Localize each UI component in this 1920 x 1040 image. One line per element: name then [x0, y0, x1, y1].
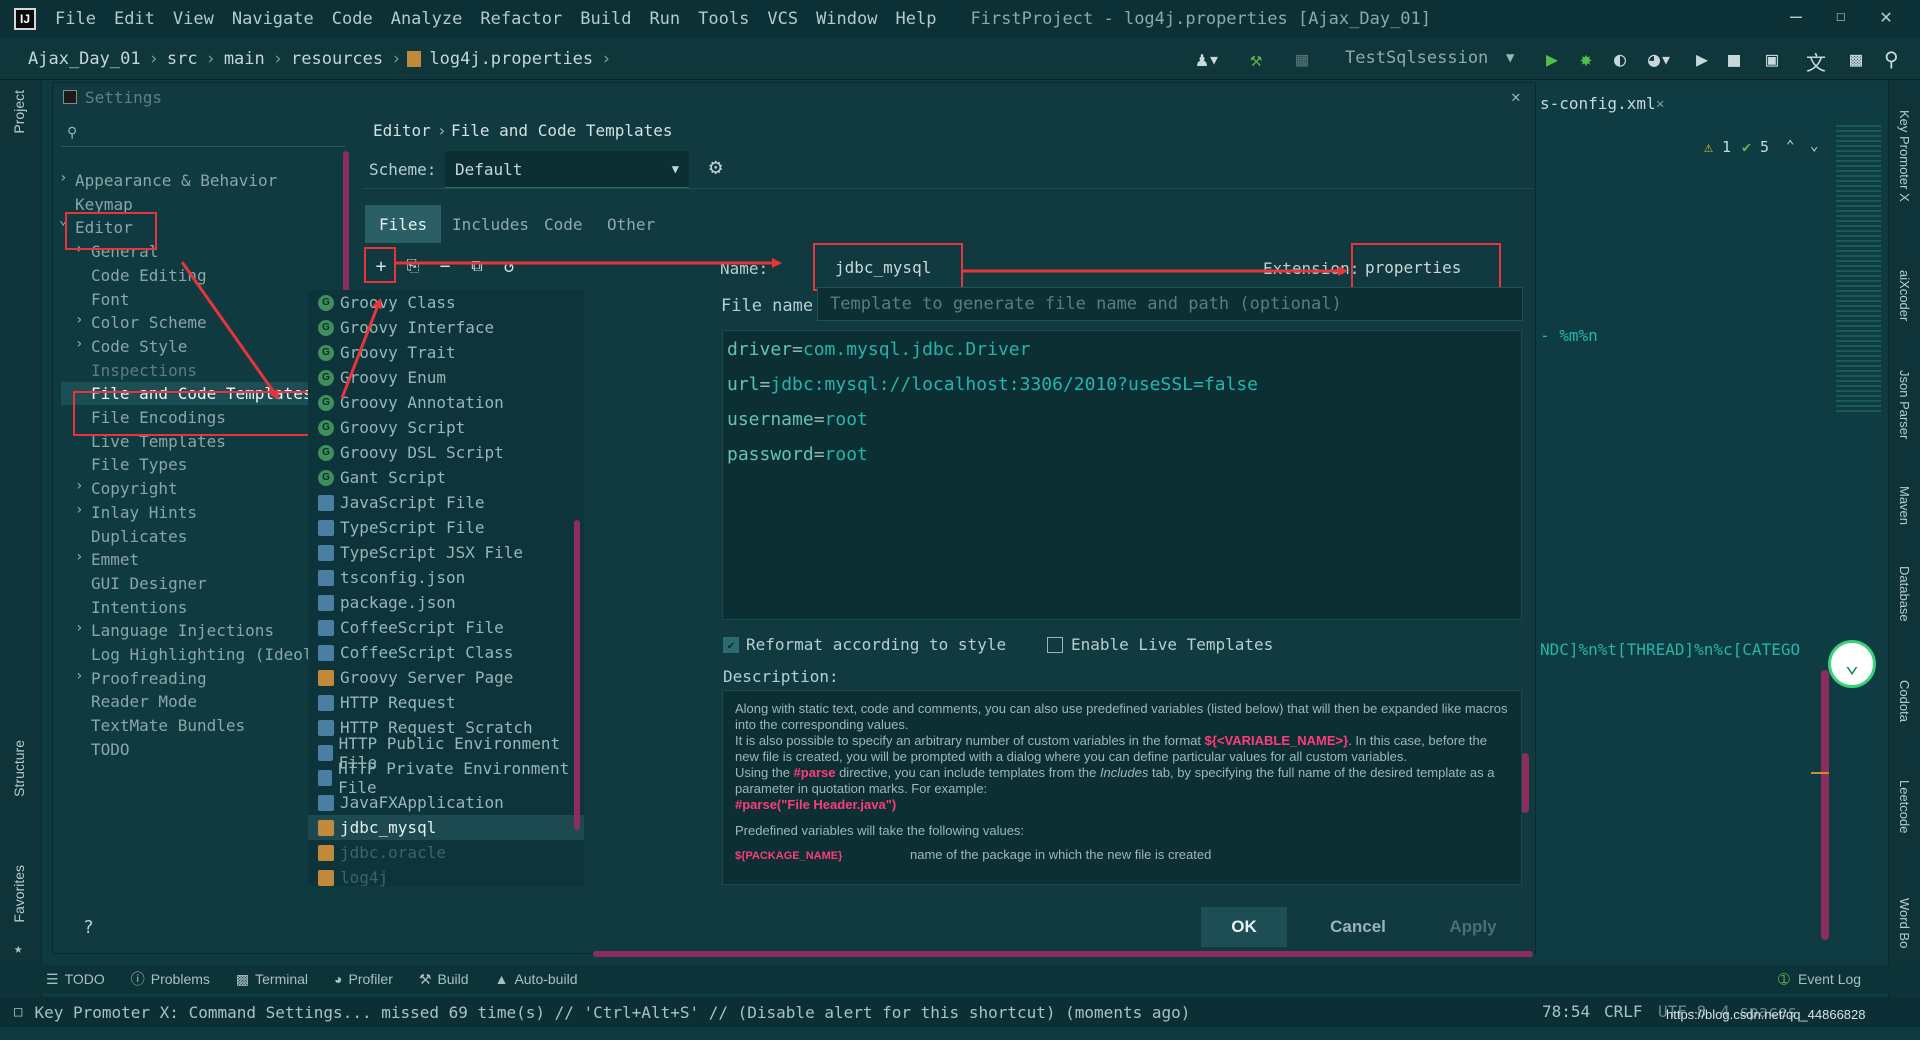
tool-problems[interactable]: Problems: [151, 971, 210, 987]
caret-position[interactable]: 78:54: [1542, 1002, 1590, 1021]
problems-icon: ⓘ: [130, 971, 145, 987]
line-separator[interactable]: CRLF: [1604, 1002, 1643, 1021]
annotation-arrow: [180, 261, 280, 400]
hammer-icon: ⚒: [418, 970, 432, 987]
annotation-arrow: [340, 298, 382, 399]
layout-icon: □: [14, 1004, 23, 1020]
status-bar: □ Key Promoter X: Command Settings... mi…: [0, 997, 1920, 1027]
list-icon: ☰: [46, 970, 59, 987]
terminal-icon: ▩: [235, 970, 250, 987]
tool-profiler[interactable]: Profiler: [349, 971, 393, 987]
tool-auto-build[interactable]: Auto-build: [514, 971, 577, 987]
tool-terminal[interactable]: Terminal: [255, 971, 308, 987]
watermark: https://blog.csdn.net/qq_44866828: [1666, 1007, 1866, 1022]
tool-event-log[interactable]: Event Log: [1798, 971, 1861, 987]
event-log-icon: ➀: [1778, 971, 1790, 987]
tool-window-bar: ☰ TODO ⓘ Problems ▩ Terminal ◕ Profiler …: [0, 965, 1920, 993]
annotation-arrows: [180, 258, 1348, 400]
tool-build[interactable]: Build: [437, 971, 468, 987]
warning-icon: ▲: [494, 971, 509, 987]
status-message[interactable]: Key Promoter X: Command Settings... miss…: [34, 1003, 1190, 1022]
tool-todo[interactable]: TODO: [65, 971, 105, 987]
profiler-icon: ◕: [334, 971, 343, 987]
